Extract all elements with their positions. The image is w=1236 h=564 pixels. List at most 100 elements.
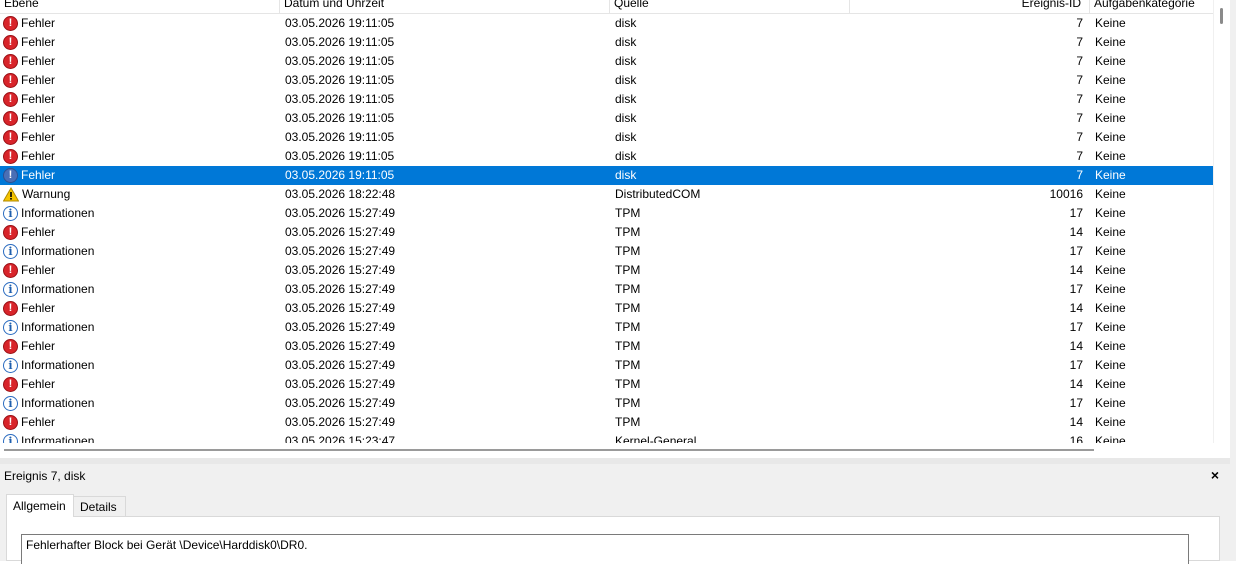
cell-event-id: 16 — [1069, 434, 1083, 443]
cell-task-category: Keine — [1095, 73, 1126, 87]
info-icon: i — [3, 320, 18, 335]
level-text: Fehler — [21, 54, 56, 68]
table-row[interactable]: Warnung 03.05.2026 18:22:48 DistributedCOM… — [0, 185, 1213, 204]
cell-task-category: Keine — [1095, 206, 1126, 220]
horizontal-scroll-thumb[interactable] — [4, 449, 1094, 451]
cell-event-id: 17 — [1069, 282, 1083, 296]
table-row[interactable]: ! Fehler 03.05.2026 19:11:05 disk 7 Keine — [0, 90, 1213, 109]
table-row[interactable]: ! Fehler 03.05.2026 19:11:05 disk 7 Keine — [0, 14, 1213, 33]
column-level[interactable]: Ebene — [0, 0, 280, 13]
cell-event-id: 7 — [1076, 35, 1083, 49]
column-date[interactable]: Datum und Uhrzeit — [280, 0, 610, 13]
cell-event-id: 7 — [1076, 111, 1083, 125]
cell-level: ! Fehler — [3, 166, 273, 185]
table-row[interactable]: ! Fehler 03.05.2026 15:27:49 TPM 14 Keine — [0, 337, 1213, 356]
cell-source: disk — [615, 35, 637, 49]
level-text: Fehler — [21, 339, 56, 353]
level-text: Informationen — [21, 320, 95, 334]
column-source[interactable]: Quelle — [610, 0, 850, 13]
table-row[interactable]: i Informationen 03.05.2026 15:27:49 TPM 17 Ke… — [0, 204, 1213, 223]
column-task-category[interactable]: Aufgabenkategorie — [1090, 0, 1213, 13]
table-row[interactable]: ! Fehler 03.05.2026 15:27:49 TPM 14 Keine — [0, 375, 1213, 394]
cell-task-category: Keine — [1095, 130, 1126, 144]
column-event-id[interactable]: Ereignis-ID — [850, 0, 1090, 13]
cell-task-category: Keine — [1095, 377, 1126, 391]
level-text: Fehler — [21, 92, 56, 106]
cell-event-id: 7 — [1076, 149, 1083, 163]
level-text: Fehler — [21, 130, 56, 144]
table-row[interactable]: i Informationen 03.05.2026 15:27:49 TPM 17 Ke… — [0, 318, 1213, 337]
table-row[interactable]: i Informationen 03.05.2026 15:27:49 TPM 17 Ke… — [0, 394, 1213, 413]
level-text: Fehler — [21, 377, 56, 391]
cell-date: 03.05.2026 19:11:05 — [285, 73, 395, 87]
error-icon: ! — [3, 415, 18, 430]
cell-event-id: 14 — [1069, 263, 1083, 277]
tab-general[interactable]: Allgemein — [6, 494, 74, 517]
event-rows: ! Fehler 03.05.2026 19:11:05 disk 7 Keine! Feh… — [0, 14, 1213, 443]
cell-level: i Informationen — [3, 394, 273, 413]
error-icon: ! — [3, 73, 18, 88]
cell-source: TPM — [615, 282, 641, 296]
table-row[interactable]: ! Fehler 03.05.2026 19:11:05 disk 7 Keine — [0, 166, 1213, 185]
cell-source: disk — [615, 16, 637, 30]
table-row[interactable]: ! Fehler 03.05.2026 19:11:05 disk 7 Keine — [0, 52, 1213, 71]
level-text: Warnung — [22, 187, 71, 201]
level-text: Fehler — [21, 263, 56, 277]
cell-level: ! Fehler — [3, 413, 273, 432]
cell-level: ! Fehler — [3, 90, 273, 109]
cell-task-category: Keine — [1095, 434, 1126, 443]
vertical-scroll-thumb[interactable] — [1220, 8, 1223, 24]
cell-source: TPM — [615, 225, 641, 239]
cell-event-id: 7 — [1076, 16, 1083, 30]
table-row[interactable]: ! Fehler 03.05.2026 15:27:49 TPM 14 Keine — [0, 261, 1213, 280]
level-text: Fehler — [21, 225, 56, 239]
cell-date: 03.05.2026 15:27:49 — [285, 339, 396, 353]
info-icon: i — [3, 396, 18, 411]
cell-event-id: 14 — [1069, 339, 1083, 353]
cell-task-category: Keine — [1095, 320, 1126, 334]
table-row[interactable]: i Informationen 03.05.2026 15:27:49 TPM 17 Ke… — [0, 242, 1213, 261]
cell-task-category: Keine — [1095, 149, 1126, 163]
cell-source: disk — [615, 73, 637, 87]
vertical-scrollbar[interactable] — [1213, 0, 1231, 443]
event-message[interactable]: Fehlerhafter Block bei Gerät \Device\Har… — [21, 534, 1189, 564]
cell-level: ! Fehler — [3, 14, 273, 33]
level-text: Fehler — [21, 16, 56, 30]
table-row[interactable]: i Informationen 03.05.2026 15:27:49 TPM 17 Ke… — [0, 356, 1213, 375]
table-row[interactable]: ! Fehler 03.05.2026 15:27:49 TPM 14 Keine — [0, 299, 1213, 318]
table-row[interactable]: ! Fehler 03.05.2026 19:11:05 disk 7 Keine — [0, 33, 1213, 52]
table-row[interactable]: ! Fehler 03.05.2026 19:11:05 disk 7 Keine — [0, 128, 1213, 147]
cell-event-id: 14 — [1069, 415, 1083, 429]
cell-source: TPM — [615, 263, 641, 277]
table-row[interactable]: ! Fehler 03.05.2026 15:27:49 TPM 14 Keine — [0, 223, 1213, 242]
cell-date: 03.05.2026 15:27:49 — [285, 301, 396, 315]
cell-date: 03.05.2026 15:27:49 — [285, 282, 396, 296]
table-row[interactable]: i Informationen 03.05.2026 15:23:47 Kernel-… — [0, 432, 1213, 443]
table-row[interactable]: ! Fehler 03.05.2026 19:11:05 disk 7 Keine — [0, 71, 1213, 90]
table-row[interactable]: ! Fehler 03.05.2026 19:11:05 disk 7 Keine — [0, 109, 1213, 128]
error-icon: ! — [3, 225, 18, 240]
horizontal-scrollbar[interactable] — [0, 443, 1213, 458]
cell-source: TPM — [615, 339, 641, 353]
cell-date: 03.05.2026 19:11:05 — [285, 54, 395, 68]
column-header: Ebene Datum und Uhrzeit Quelle Ereignis-… — [0, 0, 1213, 14]
cell-level: ! Fehler — [3, 223, 273, 242]
tab-details[interactable]: Details — [74, 496, 126, 517]
info-icon: i — [3, 206, 18, 221]
cell-source: TPM — [615, 415, 641, 429]
level-text: Fehler — [21, 168, 56, 182]
cell-task-category: Keine — [1095, 187, 1126, 201]
cell-level: ! Fehler — [3, 33, 273, 52]
cell-level: ! Fehler — [3, 261, 273, 280]
error-icon: ! — [3, 168, 18, 183]
detail-title: Ereignis 7, disk — [4, 469, 86, 483]
cell-task-category: Keine — [1095, 282, 1126, 296]
error-icon: ! — [3, 16, 18, 31]
table-row[interactable]: ! Fehler 03.05.2026 19:11:05 disk 7 Keine — [0, 147, 1213, 166]
cell-source: disk — [615, 54, 637, 68]
table-row[interactable]: ! Fehler 03.05.2026 15:27:49 TPM 14 Keine — [0, 413, 1213, 432]
table-row[interactable]: i Informationen 03.05.2026 15:27:49 TPM 17 Ke… — [0, 280, 1213, 299]
cell-source: DistributedCOM — [615, 187, 701, 201]
event-list[interactable]: Ebene Datum und Uhrzeit Quelle Ereignis-… — [0, 0, 1213, 443]
close-icon[interactable]: × — [1207, 466, 1223, 484]
